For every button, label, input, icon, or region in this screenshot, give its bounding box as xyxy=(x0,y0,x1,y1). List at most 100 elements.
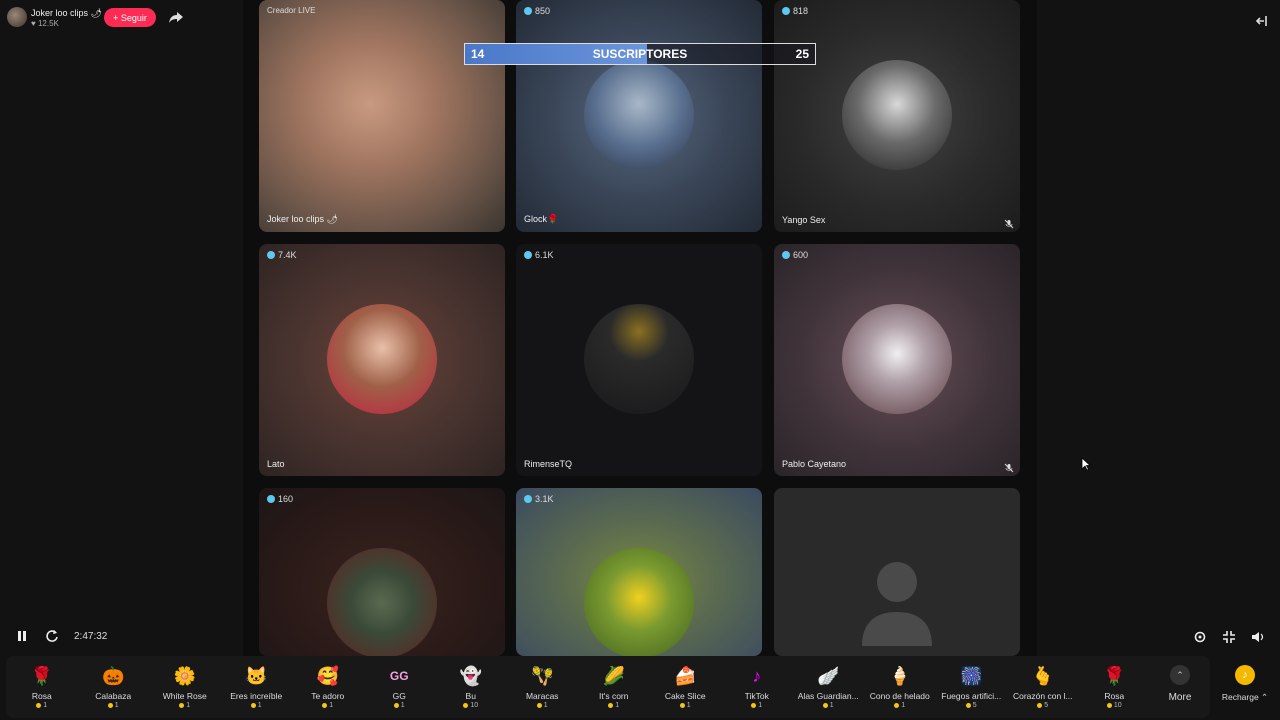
viewer-count: 600 xyxy=(782,250,808,260)
gift-item[interactable]: 🍰 Cake Slice 1 xyxy=(650,656,722,718)
avatar xyxy=(327,548,437,656)
ghost-icon: 👻 xyxy=(459,665,482,686)
coin-icon xyxy=(107,703,113,708)
recharge-button[interactable]: ♪ Recharge ⌃ xyxy=(1215,656,1275,718)
gift-price: 1 xyxy=(751,702,762,709)
person-placeholder-icon xyxy=(862,560,932,650)
cake-icon: 🍰 xyxy=(674,665,697,686)
guest-name: Glock🌹 xyxy=(524,214,559,224)
gift-item[interactable]: 🎃 Calabaza 1 xyxy=(78,656,150,718)
guest-tile[interactable]: 850 Glock🌹 xyxy=(516,0,762,232)
coin-icon xyxy=(679,703,685,708)
viewer-count-value: 3.1K xyxy=(535,494,554,504)
gift-label: GG xyxy=(392,691,406,701)
settings-icon[interactable] xyxy=(1192,629,1208,645)
empty-seat-tile[interactable] xyxy=(774,488,1020,656)
gift-item[interactable]: GG GG 1 xyxy=(364,656,436,718)
guest-tile[interactable]: 160 xyxy=(259,488,505,656)
viewer-count-value: 160 xyxy=(278,494,294,504)
guest-name: Lato xyxy=(267,459,285,469)
rose-icon: 🌹 xyxy=(30,665,53,686)
gift-item[interactable]: 🌽 It's corn 1 xyxy=(578,656,650,718)
gift-label: Bu xyxy=(465,691,476,701)
gift-item[interactable]: 🌹 Rosa 10 xyxy=(1079,656,1151,718)
gift-price-value: 1 xyxy=(400,702,405,709)
gift-label: Cono de helado xyxy=(869,691,930,701)
subs-left-value: 14 xyxy=(471,47,485,61)
gift-item[interactable]: 🫰 Corazón con l... 5 xyxy=(1007,656,1079,718)
muted-mic-icon xyxy=(1004,216,1014,229)
coin-icon xyxy=(822,703,828,708)
maracas-icon: 🪇 xyxy=(531,665,554,686)
recharge-label: Recharge ⌃ xyxy=(1221,692,1269,702)
viewer-dot-icon xyxy=(782,251,790,259)
host-likes: ♥ 12.5K xyxy=(31,19,59,28)
gift-price: 1 xyxy=(536,702,548,709)
guest-tile[interactable]: 6.1K RimenseTQ xyxy=(516,244,762,476)
gift-price-value: 1 xyxy=(43,702,48,709)
exit-fullscreen-icon[interactable] xyxy=(1254,13,1270,29)
volume-icon[interactable] xyxy=(1250,629,1266,645)
tiktok-icon: ♪ xyxy=(752,665,762,686)
gift-item[interactable]: ♪ TikTok 1 xyxy=(721,656,793,718)
host-likes-value: 12.5K xyxy=(37,19,59,28)
guest-name: Joker loo clips 🌶 xyxy=(267,214,338,224)
refresh-icon[interactable] xyxy=(44,628,60,644)
gift-label: Eres increíble xyxy=(230,691,283,701)
gift-item[interactable]: 👻 Bu 10 xyxy=(435,656,507,718)
guest-name: Yango Sex xyxy=(782,215,826,225)
coin-icon xyxy=(965,703,971,708)
gift-price-value: 1 xyxy=(543,702,548,709)
guest-tile[interactable]: 7.4K Lato xyxy=(259,244,505,476)
coin-icon xyxy=(608,703,614,708)
player-controls: 2:47:32 xyxy=(14,628,107,644)
guest-tile[interactable]: 600 Pablo Cayetano xyxy=(774,244,1020,476)
collapse-icon[interactable] xyxy=(1221,629,1237,645)
fireworks-icon: 🎆 xyxy=(960,665,983,686)
more-gifts-button[interactable]: ⌃ More xyxy=(1150,656,1210,718)
wings-icon: 🪽 xyxy=(817,665,840,686)
gift-price-value: 1 xyxy=(257,702,262,709)
gift-item[interactable]: 🐱 Eres increíble 1 xyxy=(221,656,293,718)
gift-price: 1 xyxy=(822,702,834,709)
gift-bar: 🌹 Rosa 1 🎃 Calabaza 1 🌼 White Rose 1 🐱 Eres inc… xyxy=(6,656,1210,718)
gift-price-value: 1 xyxy=(686,702,691,709)
player-settings xyxy=(1192,629,1266,645)
guest-tile[interactable]: 3.1K xyxy=(516,488,762,656)
pause-icon[interactable] xyxy=(14,628,30,644)
gift-item[interactable]: 🪽 Alas Guardian... 1 xyxy=(793,656,865,718)
more-label: More xyxy=(1168,692,1192,703)
gift-item[interactable]: 🍦 Cono de helado 1 xyxy=(864,656,936,718)
coin-icon xyxy=(322,703,328,708)
viewer-count-value: 850 xyxy=(535,6,551,16)
creator-live-badge: Creador LIVE xyxy=(267,6,316,15)
heart-hand-icon: 🫰 xyxy=(1031,665,1054,686)
gift-price: 1 xyxy=(393,702,405,709)
white-rose-icon: 🌼 xyxy=(173,665,196,686)
avatar xyxy=(584,548,694,656)
gift-price-value: 1 xyxy=(615,702,620,709)
follow-button[interactable]: + Seguir xyxy=(104,8,156,27)
gift-price-value: 5 xyxy=(1044,702,1049,709)
guest-tile[interactable]: 818 Yango Sex xyxy=(774,0,1020,232)
gift-item[interactable]: 🌹 Rosa 1 xyxy=(6,656,78,718)
gift-label: Te adoro xyxy=(311,691,345,701)
gift-price: 1 xyxy=(894,702,905,709)
pumpkin-icon: 🎃 xyxy=(102,665,125,686)
gift-item[interactable]: 🌼 White Rose 1 xyxy=(149,656,221,718)
host-name[interactable]: Joker loo clips 🌶 xyxy=(31,8,102,19)
coin-icon xyxy=(36,703,42,708)
gift-price-value: 1 xyxy=(758,702,763,709)
gift-item[interactable]: 🪇 Maracas 1 xyxy=(507,656,579,718)
gift-label: Maracas xyxy=(525,691,559,701)
gift-item[interactable]: 🎆 Fuegos artifici... 5 xyxy=(936,656,1008,718)
gift-price-value: 10 xyxy=(470,702,479,709)
gift-label: TikTok xyxy=(744,691,769,701)
multi-guest-grid: Creador LIVE Joker loo clips 🌶 850 Glock… xyxy=(243,0,1037,656)
coin-icon xyxy=(536,703,542,708)
guest-tile[interactable]: Creador LIVE Joker loo clips 🌶 xyxy=(259,0,505,232)
share-icon[interactable] xyxy=(168,9,184,25)
gift-item[interactable]: 🥰 Te adoro 1 xyxy=(292,656,364,718)
host-avatar[interactable] xyxy=(7,7,27,27)
viewer-count: 850 xyxy=(524,6,550,16)
